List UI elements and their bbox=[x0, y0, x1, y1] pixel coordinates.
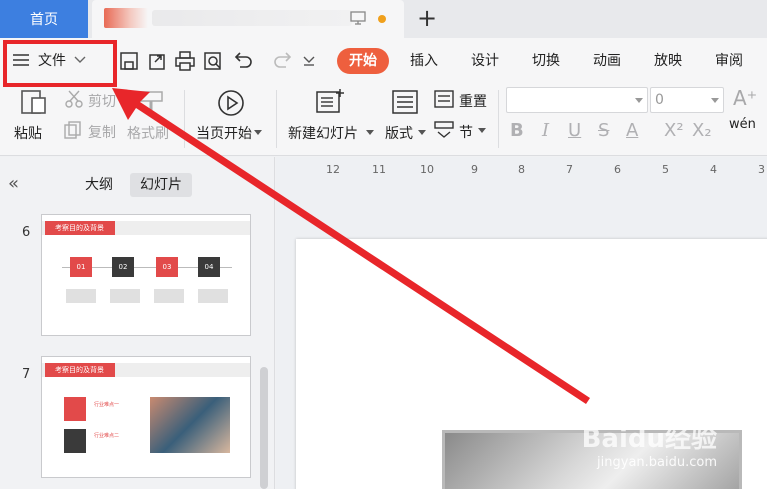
tab-review[interactable]: 审阅 bbox=[715, 48, 743, 74]
tab-slides[interactable]: 幻灯片 bbox=[130, 173, 192, 197]
tab-slideshow[interactable]: 放映 bbox=[654, 48, 682, 74]
increase-font-icon[interactable]: A⁺ bbox=[733, 86, 757, 110]
underline-icon[interactable]: U bbox=[568, 120, 581, 141]
cut-button[interactable]: 剪切 bbox=[88, 91, 116, 111]
slide-title: 考察目的及背景 bbox=[45, 221, 115, 235]
tab-start[interactable]: 开始 bbox=[337, 48, 389, 74]
monitor-icon[interactable] bbox=[350, 10, 366, 26]
new-slide-icon[interactable] bbox=[315, 88, 345, 116]
ruler-tick: 4 bbox=[710, 163, 717, 176]
export-icon[interactable] bbox=[146, 50, 168, 72]
tab-bar: 首页 + bbox=[0, 0, 767, 38]
layout-button[interactable]: 版式 bbox=[385, 123, 413, 143]
slide-number: 7 bbox=[22, 367, 31, 382]
watermark-brand: Baidu经验 bbox=[581, 424, 717, 454]
strikethrough-icon[interactable]: S bbox=[598, 120, 609, 141]
customize-dropdown-icon[interactable] bbox=[302, 54, 316, 68]
slide-thumbnail-6[interactable]: 考察目的及背景 01 02 03 04 bbox=[41, 214, 251, 336]
item-heading: 行业难点一 bbox=[94, 402, 120, 408]
pinyin-icon[interactable]: wén bbox=[729, 117, 756, 132]
format-painter-button[interactable]: 格式刷 bbox=[127, 123, 169, 143]
ruler-tick: 10 bbox=[420, 163, 434, 176]
unsaved-dot-icon bbox=[378, 15, 386, 23]
item-icon-box bbox=[64, 397, 86, 421]
panel-scrollbar[interactable] bbox=[260, 367, 268, 489]
item-icon-box bbox=[64, 429, 86, 453]
new-slide-button[interactable]: 新建幻灯片 bbox=[288, 123, 358, 143]
ribbon-divider bbox=[498, 90, 499, 148]
redo-icon[interactable] bbox=[272, 50, 294, 72]
ruler-tick: 9 bbox=[471, 163, 478, 176]
timeline-item: 03 bbox=[156, 257, 178, 277]
ribbon-divider bbox=[276, 90, 277, 148]
from-current-slide-button[interactable]: 当页开始 bbox=[196, 123, 252, 143]
paste-label[interactable]: 粘贴 bbox=[14, 123, 42, 143]
section-dropdown-icon[interactable] bbox=[478, 128, 486, 134]
annotation-highlight-box bbox=[3, 40, 117, 87]
timeline-text-lines bbox=[66, 289, 236, 303]
new-slide-dropdown-icon[interactable] bbox=[366, 130, 374, 136]
italic-icon[interactable]: I bbox=[542, 120, 549, 141]
section-button[interactable]: 节 bbox=[459, 122, 473, 142]
tab-document[interactable] bbox=[92, 0, 404, 38]
save-icon[interactable] bbox=[118, 50, 140, 72]
slide-number: 6 bbox=[22, 225, 31, 240]
document-tab-title-blurred bbox=[152, 10, 352, 26]
hands-photo bbox=[150, 397, 230, 453]
tab-home[interactable]: 首页 bbox=[0, 0, 88, 38]
timeline-item: 04 bbox=[198, 257, 220, 277]
tab-animation[interactable]: 动画 bbox=[593, 48, 621, 74]
copy-icon bbox=[64, 121, 81, 139]
font-color-icon[interactable]: A bbox=[626, 120, 638, 141]
app-window: 首页 + 文件 开始 插入 设计 切换 动画 放映 审阅 粘贴 剪切 复制 格式… bbox=[0, 0, 767, 489]
tab-transition[interactable]: 切换 bbox=[532, 48, 560, 74]
document-tab-thumbnail bbox=[104, 8, 148, 28]
ribbon-divider bbox=[184, 90, 185, 148]
reset-button[interactable]: 重置 bbox=[459, 91, 487, 111]
print-preview-icon[interactable] bbox=[202, 50, 224, 72]
ruler-tick: 8 bbox=[518, 163, 525, 176]
paste-icon[interactable] bbox=[18, 86, 48, 116]
ruler-tick: 6 bbox=[614, 163, 621, 176]
slide-title: 考察目的及背景 bbox=[45, 363, 115, 377]
undo-icon[interactable] bbox=[232, 50, 254, 72]
new-tab-plus-icon[interactable]: + bbox=[414, 4, 440, 32]
from-current-dropdown-icon[interactable] bbox=[254, 130, 262, 136]
tab-design[interactable]: 设计 bbox=[471, 48, 499, 74]
superscript-icon[interactable]: X² bbox=[664, 120, 684, 141]
ruler-tick: 5 bbox=[662, 163, 669, 176]
font-name-select[interactable] bbox=[506, 87, 648, 113]
ruler-tick: 3 bbox=[758, 163, 765, 176]
format-painter-icon bbox=[139, 91, 163, 116]
layout-icon[interactable] bbox=[391, 89, 419, 115]
collapse-panel-icon[interactable]: « bbox=[8, 173, 19, 194]
bold-icon[interactable]: B bbox=[510, 120, 524, 141]
tab-outline[interactable]: 大纲 bbox=[75, 173, 123, 197]
timeline-item: 01 bbox=[70, 257, 92, 277]
watermark-url: jingyan.baidu.com bbox=[597, 455, 717, 470]
layout-dropdown-icon[interactable] bbox=[418, 130, 426, 136]
slide-panel: « 大纲 幻灯片 6 考察目的及背景 01 02 03 04 7 考察目的及背景… bbox=[0, 157, 275, 489]
tab-insert[interactable]: 插入 bbox=[410, 48, 438, 74]
print-icon[interactable] bbox=[174, 50, 196, 72]
reset-icon bbox=[434, 90, 454, 108]
slide-thumbnail-7[interactable]: 考察目的及背景 行业难点一 行业难点二 bbox=[41, 356, 251, 478]
font-size-value: 0 bbox=[655, 92, 664, 108]
ruler-tick: 12 bbox=[326, 163, 340, 176]
copy-button[interactable]: 复制 bbox=[88, 122, 116, 142]
item-heading: 行业难点二 bbox=[94, 433, 120, 439]
section-icon bbox=[434, 121, 454, 138]
play-from-current-icon[interactable] bbox=[216, 88, 246, 118]
timeline-item: 02 bbox=[112, 257, 134, 277]
font-size-select[interactable]: 0 bbox=[650, 87, 724, 113]
scissors-icon bbox=[65, 90, 83, 108]
ruler-tick: 7 bbox=[566, 163, 573, 176]
ruler-tick: 11 bbox=[372, 163, 386, 176]
horizontal-ruler: 12 11 10 9 8 7 6 5 4 3 bbox=[296, 161, 767, 181]
subscript-icon[interactable]: X₂ bbox=[692, 120, 712, 141]
